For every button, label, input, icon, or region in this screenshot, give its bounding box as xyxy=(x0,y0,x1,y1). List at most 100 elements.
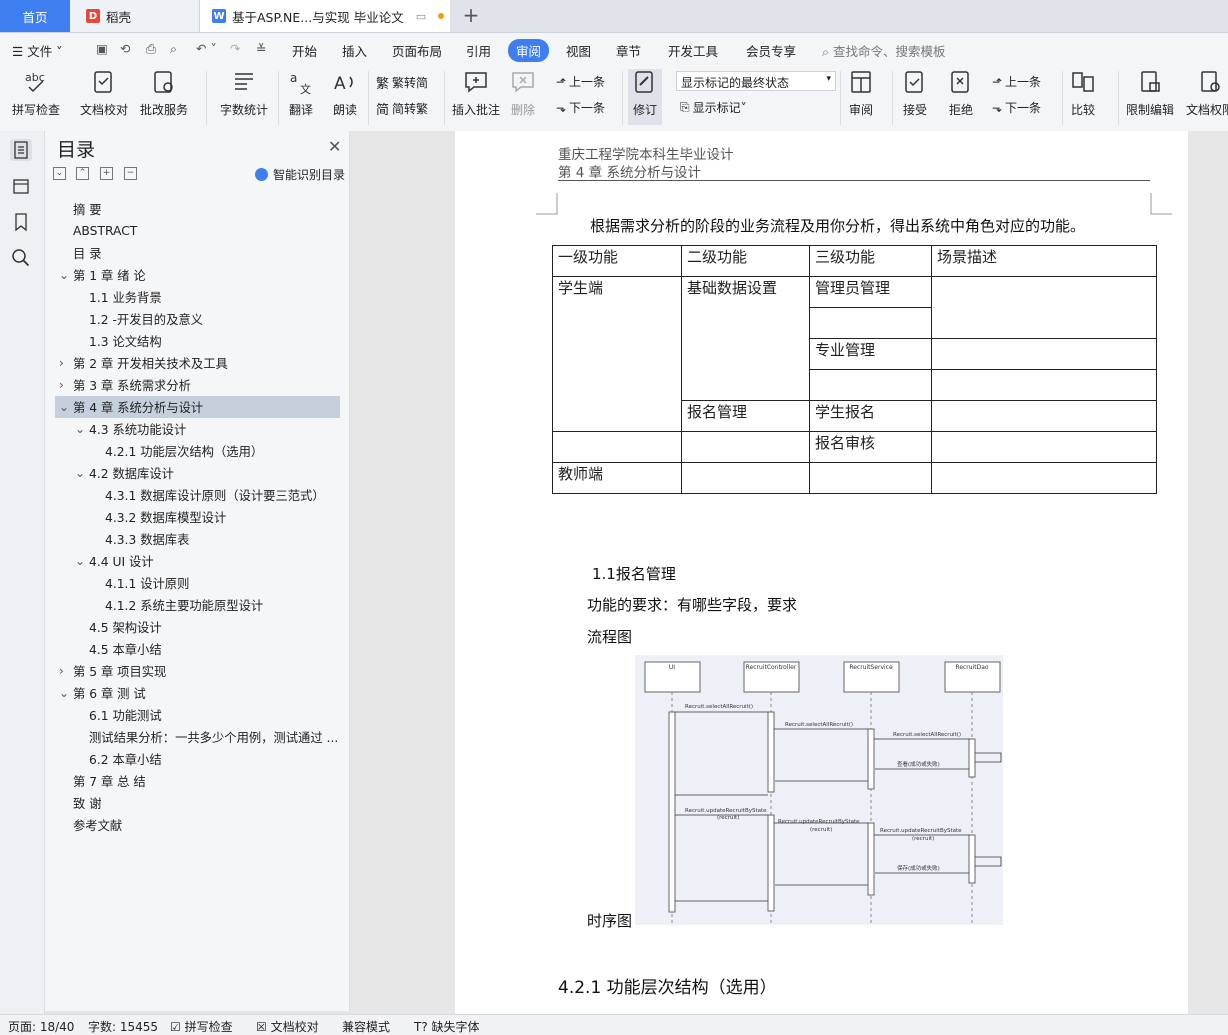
tab-home[interactable]: 首页 xyxy=(0,0,70,32)
toc-item[interactable]: 4.5 架构设计 xyxy=(55,616,340,638)
show-markup-button[interactable]: ⎘ 显示标记 ˅ xyxy=(680,99,747,116)
chevron-right-icon[interactable]: › xyxy=(59,664,64,678)
chevron-down-icon[interactable]: ⌄ xyxy=(75,554,85,568)
pin-icon[interactable]: ▭ xyxy=(416,10,426,23)
toc-item[interactable]: 摘 要 xyxy=(55,198,340,220)
toc-item[interactable]: ⌄ 第 1 章 绪 论 xyxy=(55,264,340,286)
menu-page-layout[interactable]: 页面布局 xyxy=(392,41,442,60)
print-icon[interactable]: ⎙ xyxy=(146,41,156,57)
command-search[interactable]: ⌕ 查找命令、搜索模板 xyxy=(822,41,946,60)
table-cell[interactable] xyxy=(809,462,932,494)
page-indicator[interactable]: 页面: 18/40 xyxy=(8,1018,74,1035)
batch-service-button[interactable]: 批改服务 xyxy=(140,69,188,118)
read-aloud-button[interactable]: A 朗读 xyxy=(332,69,358,118)
heading-4-2-1[interactable]: 4.2.1 功能层次结构（选用） xyxy=(558,973,777,998)
print-preview-icon[interactable]: ⌕ xyxy=(170,41,177,57)
table-cell[interactable] xyxy=(931,369,1157,401)
menu-member[interactable]: 会员专享 xyxy=(746,41,796,60)
next-revision-button[interactable]: ⬎ 下一条 xyxy=(992,99,1041,116)
sequence-diagram-image[interactable]: UI RecruitController RecruitService Recr… xyxy=(635,655,1003,925)
toc-item[interactable]: 4.1.1 设计原则 xyxy=(55,572,340,594)
toc-item[interactable]: 第 7 章 总 结 xyxy=(55,770,340,792)
toc-item[interactable]: ⌄ 第 6 章 测 试 xyxy=(55,682,340,704)
menu-review[interactable]: 审阅 xyxy=(508,39,550,62)
table-cell[interactable]: 专业管理 xyxy=(809,338,932,370)
table-cell[interactable]: 学生报名 xyxy=(809,400,932,432)
reject-button[interactable]: 拒绝 xyxy=(948,69,974,118)
translate-button[interactable]: a文 翻译 xyxy=(288,69,314,118)
table-cell[interactable] xyxy=(809,307,932,339)
table-header[interactable]: 一级功能 xyxy=(552,245,682,277)
nav-pane-icon[interactable] xyxy=(10,175,32,197)
table-cell[interactable]: 管理员管理 xyxy=(809,276,932,308)
chevron-down-icon[interactable]: ⌄ xyxy=(75,466,85,480)
table-cell[interactable] xyxy=(681,462,810,494)
toc-item[interactable]: 致 谢 xyxy=(55,792,340,814)
chevron-down-icon[interactable]: ⌄ xyxy=(75,422,85,436)
chevron-down-icon[interactable]: ⌄ xyxy=(59,400,69,414)
section-heading[interactable]: 1.1报名管理 xyxy=(592,563,676,584)
collapse-all-icon[interactable]: ⌄ xyxy=(53,167,66,180)
toc-item[interactable]: 目 录 xyxy=(55,242,340,264)
toc-item[interactable]: 参考文献 xyxy=(55,814,340,836)
table-cell[interactable]: 教师端 xyxy=(552,462,682,494)
delete-comment-button[interactable]: 删除 xyxy=(510,69,536,118)
table-header[interactable]: 三级功能 xyxy=(809,245,932,277)
save-icon[interactable]: ▣ xyxy=(96,41,108,56)
table-header[interactable]: 场景描述 xyxy=(931,245,1157,277)
new-tab-plus-icon[interactable]: + xyxy=(460,3,482,27)
table-cell[interactable] xyxy=(931,338,1157,370)
smart-toc-button[interactable]: 智能识别目录 xyxy=(255,166,345,183)
chevron-down-icon[interactable]: ⌄ xyxy=(59,268,69,282)
menu-references[interactable]: 引用 xyxy=(466,41,491,60)
spell-check-button[interactable]: abc 拼写检查 xyxy=(12,69,60,118)
file-menu[interactable]: ☰ 文件 ˅ xyxy=(12,41,62,60)
right-scroll-area[interactable] xyxy=(1189,131,1228,1014)
revise-button[interactable]: 修订 xyxy=(628,69,662,125)
menu-view[interactable]: 视图 xyxy=(566,41,591,60)
toc-item[interactable]: 4.3.1 数据库设计原则（设计要三范式） xyxy=(55,484,340,506)
compare-button[interactable]: 比较 xyxy=(1070,69,1096,118)
toc-item[interactable]: ⌄ 4.2 数据库设计 xyxy=(55,462,340,484)
expand-up-icon[interactable]: ⌃ xyxy=(76,167,89,180)
undo-icon[interactable]: ↶ ˅ xyxy=(196,41,217,56)
toc-item[interactable]: ABSTRACT xyxy=(55,220,340,242)
markup-state-select[interactable]: 显示标记的最终状态 ▾ xyxy=(676,71,836,91)
toc-item[interactable]: 4.2.1 功能层次结构（选用） xyxy=(55,440,340,462)
table-cell[interactable]: 基础数据设置 xyxy=(681,276,810,401)
chevron-right-icon[interactable]: › xyxy=(59,356,64,370)
prev-revision-button[interactable]: ⬏ 上一条 xyxy=(992,73,1041,90)
toc-item[interactable]: 4.3.3 数据库表 xyxy=(55,528,340,550)
table-cell[interactable] xyxy=(931,431,1157,463)
table-cell[interactable] xyxy=(931,400,1157,432)
export-pdf-icon[interactable]: ⟲ xyxy=(120,41,130,56)
table-cell[interactable]: 学生端 xyxy=(552,276,682,432)
prev-comment-button[interactable]: ⬏ 上一条 xyxy=(556,73,605,90)
tab-daoke[interactable]: D 稻壳 xyxy=(70,0,200,32)
doc-proof-status[interactable]: ☒ 文档校对 xyxy=(256,1018,319,1035)
toc-item[interactable]: ⌄ 第 4 章 系统分析与设计 xyxy=(55,396,340,418)
toc-item[interactable]: › 第 3 章 系统需求分析 xyxy=(55,374,340,396)
toc-item[interactable]: 6.2 本章小结 xyxy=(55,748,340,770)
menu-chapter[interactable]: 章节 xyxy=(616,41,641,60)
toc-item[interactable]: 4.1.2 系统主要功能原型设计 xyxy=(55,594,340,616)
word-count-button[interactable]: 字数统计 xyxy=(220,69,268,118)
remove-level-icon[interactable]: − xyxy=(124,167,137,180)
restrict-edit-button[interactable]: 限制编辑 xyxy=(1126,69,1174,118)
next-comment-button[interactable]: ⬎ 下一条 xyxy=(556,99,605,116)
flowchart-label[interactable]: 流程图 xyxy=(587,626,632,647)
to-traditional-button[interactable]: 繁繁转简 xyxy=(376,73,428,92)
insert-comment-button[interactable]: 插入批注 xyxy=(452,69,500,118)
to-simplified-button[interactable]: 简简转繁 xyxy=(376,99,428,118)
toc-item[interactable]: 6.1 功能测试 xyxy=(55,704,340,726)
search-icon[interactable] xyxy=(10,247,32,269)
chevron-down-icon[interactable]: ⌄ xyxy=(59,686,69,700)
toc-item[interactable]: 1.3 论文结构 xyxy=(55,330,340,352)
table-cell[interactable] xyxy=(681,431,810,463)
bookmark-icon[interactable] xyxy=(10,211,32,233)
toc-item[interactable]: 4.3.2 数据库模型设计 xyxy=(55,506,340,528)
doc-proof-button[interactable]: 文档校对 xyxy=(80,69,128,118)
table-cell[interactable] xyxy=(931,462,1157,494)
close-icon[interactable]: ✕ xyxy=(328,137,341,156)
table-cell[interactable] xyxy=(809,369,932,401)
